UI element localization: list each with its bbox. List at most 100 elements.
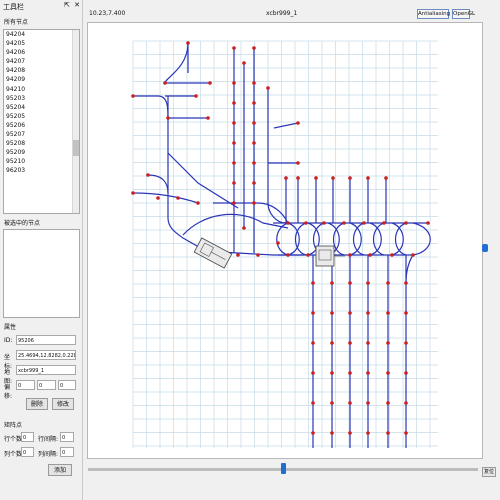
waypoint-node[interactable]	[311, 341, 315, 345]
waypoint-node[interactable]	[208, 81, 212, 85]
pin-icon[interactable]: ⇱	[64, 1, 70, 9]
waypoint-node[interactable]	[386, 431, 390, 435]
col-gap-field[interactable]: 0	[60, 447, 74, 457]
waypoint-node[interactable]	[330, 311, 334, 315]
waypoint-node[interactable]	[311, 281, 315, 285]
waypoint-node[interactable]	[131, 191, 135, 195]
waypoint-node[interactable]	[206, 116, 210, 120]
waypoint-node[interactable]	[404, 401, 408, 405]
waypoint-node[interactable]	[296, 121, 300, 125]
add-button[interactable]: 添加	[48, 464, 72, 476]
waypoint-node[interactable]	[322, 221, 326, 225]
zoom-slider-thumb[interactable]	[281, 463, 286, 474]
close-icon[interactable]: ✕	[74, 1, 80, 9]
node-list-item[interactable]: 94207	[4, 57, 79, 66]
waypoint-node[interactable]	[156, 196, 160, 200]
waypoint-node[interactable]	[426, 221, 430, 225]
waypoint-node[interactable]	[366, 341, 370, 345]
waypoint-node[interactable]	[366, 311, 370, 315]
waypoint-node[interactable]	[232, 161, 236, 165]
waypoint-node[interactable]	[232, 101, 236, 105]
waypoint-node[interactable]	[348, 253, 352, 257]
node-list-item[interactable]: 94205	[4, 39, 79, 48]
waypoint-node[interactable]	[276, 241, 280, 245]
map-drawing[interactable]	[88, 23, 482, 458]
waypoint-node[interactable]	[256, 253, 260, 257]
id-field[interactable]: 95206	[16, 335, 76, 345]
node-list-item[interactable]: 95205	[4, 112, 79, 121]
waypoint-node[interactable]	[252, 101, 256, 105]
reset-button[interactable]: 复位	[482, 467, 496, 477]
waypoint-node[interactable]	[330, 341, 334, 345]
row-gap-field[interactable]: 0	[60, 432, 74, 442]
waypoint-node[interactable]	[252, 141, 256, 145]
vehicle-2[interactable]	[315, 245, 345, 267]
waypoint-node[interactable]	[386, 281, 390, 285]
waypoint-node[interactable]	[232, 181, 236, 185]
waypoint-node[interactable]	[252, 46, 256, 50]
map-canvas[interactable]	[87, 22, 483, 459]
waypoint-node[interactable]	[131, 94, 135, 98]
waypoint-node[interactable]	[163, 81, 167, 85]
waypoint-node[interactable]	[382, 221, 386, 225]
node-list-scrollbar[interactable]	[72, 30, 79, 213]
waypoint-node[interactable]	[311, 401, 315, 405]
waypoint-node[interactable]	[296, 161, 300, 165]
waypoint-node[interactable]	[390, 253, 394, 257]
node-list-item[interactable]: 95204	[4, 103, 79, 112]
waypoint-node[interactable]	[311, 431, 315, 435]
waypoint-node[interactable]	[411, 253, 415, 257]
waypoint-node[interactable]	[331, 176, 335, 180]
opengl-button[interactable]: OpenGL	[452, 9, 475, 19]
waypoint-node[interactable]	[252, 121, 256, 125]
waypoint-node[interactable]	[348, 371, 352, 375]
offset-field-2[interactable]: 0	[37, 380, 56, 390]
delete-button[interactable]: 删除	[26, 398, 48, 410]
waypoint-node[interactable]	[311, 311, 315, 315]
waypoint-node[interactable]	[286, 221, 290, 225]
waypoint-node[interactable]	[232, 121, 236, 125]
waypoint-node[interactable]	[266, 86, 270, 90]
waypoint-node[interactable]	[330, 431, 334, 435]
modify-button[interactable]: 修改	[52, 398, 74, 410]
node-list-item[interactable]: 94204	[4, 30, 79, 39]
waypoint-node[interactable]	[196, 201, 200, 205]
waypoint-node[interactable]	[404, 431, 408, 435]
waypoint-node[interactable]	[284, 176, 288, 180]
waypoint-node[interactable]	[314, 176, 318, 180]
waypoint-node[interactable]	[366, 176, 370, 180]
waypoint-node[interactable]	[311, 371, 315, 375]
waypoint-node[interactable]	[366, 371, 370, 375]
waypoint-node[interactable]	[232, 201, 236, 205]
col-count-field[interactable]: 0	[21, 447, 34, 457]
waypoint-node[interactable]	[404, 281, 408, 285]
waypoint-node[interactable]	[348, 311, 352, 315]
waypoint-node[interactable]	[232, 46, 236, 50]
waypoint-node[interactable]	[366, 401, 370, 405]
waypoint-node[interactable]	[386, 341, 390, 345]
waypoint-node[interactable]	[232, 81, 236, 85]
waypoint-node[interactable]	[368, 253, 372, 257]
waypoint-node[interactable]	[404, 221, 408, 225]
waypoint-node[interactable]	[404, 341, 408, 345]
node-list-item[interactable]: 95210	[4, 157, 79, 166]
waypoint-node[interactable]	[362, 221, 366, 225]
vertical-zoom-handle[interactable]	[482, 244, 488, 252]
waypoint-node[interactable]	[176, 196, 180, 200]
node-list-scroll-thumb[interactable]	[73, 140, 79, 156]
node-list-item[interactable]: 95208	[4, 139, 79, 148]
selected-nodes-list[interactable]	[3, 229, 80, 318]
node-list-item[interactable]: 96203	[4, 166, 79, 175]
node-list-item[interactable]: 95206	[4, 121, 79, 130]
waypoint-node[interactable]	[330, 371, 334, 375]
waypoint-node[interactable]	[404, 311, 408, 315]
waypoint-node[interactable]	[348, 176, 352, 180]
waypoint-node[interactable]	[384, 176, 388, 180]
waypoint-node[interactable]	[242, 226, 246, 230]
waypoint-node[interactable]	[386, 401, 390, 405]
waypoint-node[interactable]	[146, 173, 150, 177]
node-list-item[interactable]: 95207	[4, 130, 79, 139]
map-field[interactable]: xcbr999_1	[16, 365, 76, 375]
waypoint-node[interactable]	[252, 81, 256, 85]
waypoint-node[interactable]	[348, 281, 352, 285]
